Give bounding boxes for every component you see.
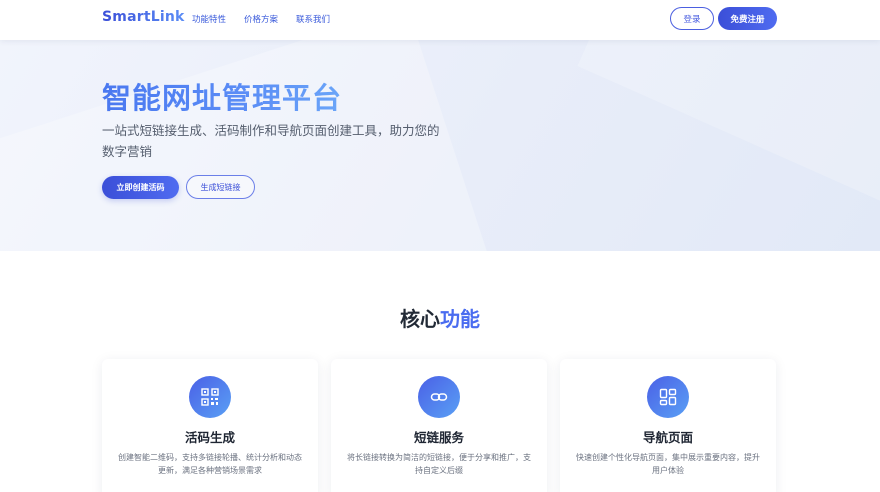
- hero-section: 智能网址管理平台 一站式短链接生成、活码制作和导航页面创建工具，助力您的数字营销…: [0, 40, 880, 251]
- feature-card-desc: 快速创建个性化导航页面，集中展示重要内容，提升用户体验: [576, 453, 760, 475]
- feature-cards: 活码生成 创建智能二维码，支持多链接轮播、统计分析和动态更新，满足各种营销场景需…: [102, 359, 778, 492]
- hero-title: 智能网址管理平台: [102, 75, 342, 117]
- feature-card-desc: 创建智能二维码，支持多链接轮播、统计分析和动态更新，满足各种营销场景需求: [118, 453, 302, 475]
- feature-card-navpage[interactable]: 导航页面 快速创建个性化导航页面，集中展示重要内容，提升用户体验: [560, 359, 776, 492]
- feature-card-title: 短链服务: [413, 430, 464, 445]
- features-title-highlight: 功能: [440, 307, 480, 331]
- feature-card-qrcode[interactable]: 活码生成 创建智能二维码，支持多链接轮播、统计分析和动态更新，满足各种营销场景需…: [102, 359, 318, 492]
- hero-decoration: [577, 40, 880, 237]
- nav-link-features[interactable]: 功能特性: [192, 13, 226, 25]
- top-navbar: SmartLink 功能特性 价格方案 联系我们 登录 免费注册: [0, 0, 880, 40]
- nav-link-pricing[interactable]: 价格方案: [244, 13, 278, 25]
- qr-code-icon: [189, 376, 231, 418]
- layout-icon: [647, 376, 689, 418]
- link-icon: [418, 376, 460, 418]
- login-button[interactable]: 登录: [670, 7, 714, 30]
- features-title-prefix: 核心: [400, 307, 440, 331]
- hero-subtitle: 一站式短链接生成、活码制作和导航页面创建工具，助力您的数字营销: [102, 123, 440, 159]
- features-title: 核心功能: [0, 303, 880, 332]
- main-nav: 功能特性 价格方案 联系我们: [192, 13, 330, 25]
- nav-link-contact[interactable]: 联系我们: [296, 13, 330, 25]
- feature-card-shortlink[interactable]: 短链服务 将长链接转换为简洁的短链接，便于分享和推广，支持自定义后缀: [331, 359, 547, 492]
- create-qrcode-button[interactable]: 立即创建活码: [102, 176, 179, 199]
- create-shortlink-button[interactable]: 生成短链接: [186, 175, 255, 199]
- logo[interactable]: SmartLink: [102, 9, 185, 25]
- feature-card-title: 导航页面: [642, 430, 693, 445]
- feature-card-title: 活码生成: [184, 430, 235, 445]
- register-button[interactable]: 免费注册: [718, 7, 777, 30]
- feature-card-desc: 将长链接转换为简洁的短链接，便于分享和推广，支持自定义后缀: [347, 453, 531, 475]
